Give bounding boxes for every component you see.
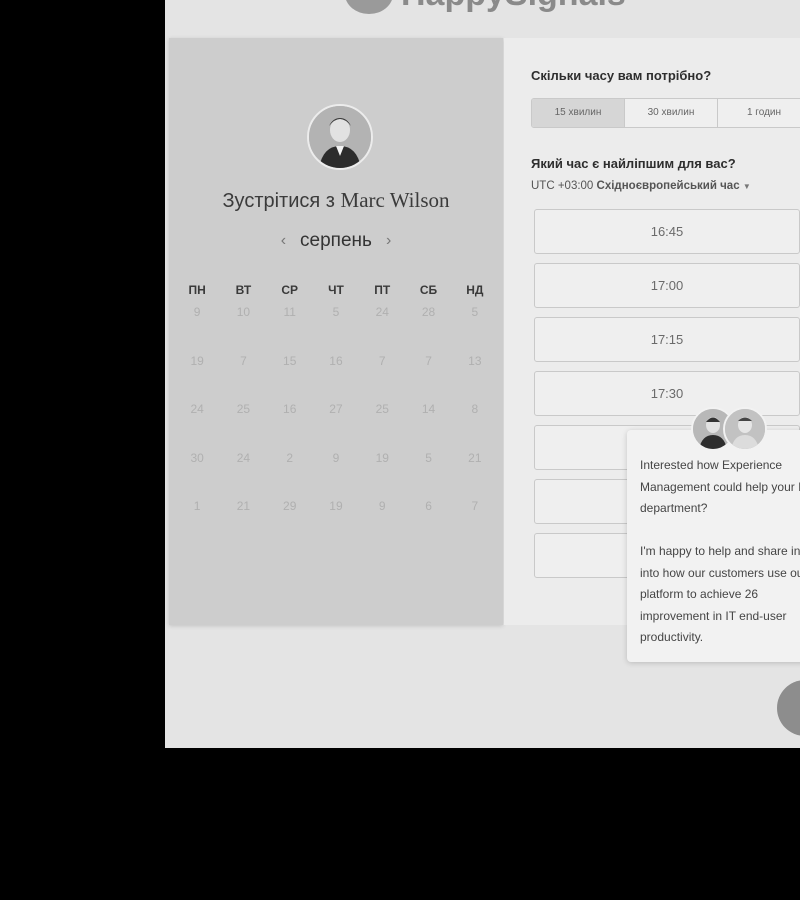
calendar-day: 1 <box>193 499 201 513</box>
calendar-week: 1 21 29 19 9 6 7 <box>174 499 498 548</box>
weekday-label: ЧТ <box>328 283 344 297</box>
chat-message-popup[interactable]: Interested how Experience Management cou… <box>627 430 800 662</box>
time-slot[interactable]: 17:15 <box>534 317 800 362</box>
weekday-label: ВТ <box>235 283 252 297</box>
calendar-day: 25 <box>375 402 389 416</box>
calendar-day: 21 <box>236 499 251 513</box>
calendar-day: 28 <box>421 305 436 319</box>
calendar-week: 9 10 11 5 24 28 5 <box>174 305 498 354</box>
calendar-day: 24 <box>190 402 204 416</box>
duration-question: Скільки часу вам потрібно? <box>531 68 712 83</box>
caret-down-icon: ▼ <box>742 182 751 191</box>
chevron-right-icon[interactable]: › <box>386 232 391 250</box>
calendar-day: 15 <box>283 353 297 368</box>
calendar-day: 7 <box>425 353 432 368</box>
calendar-day: 7 <box>378 353 386 368</box>
time-question: Який час є найліпшим для вас? <box>531 156 736 171</box>
calendar-week: 30 24 2 9 19 5 21 <box>174 451 498 500</box>
calendar-day: 24 <box>236 450 251 465</box>
duration-option-15[interactable]: 15 хвилин <box>532 99 625 127</box>
logo-text: HappySignals <box>401 0 626 14</box>
weekday-label: СБ <box>419 283 438 297</box>
calendar-day: 7 <box>240 353 247 368</box>
calendar-day: 29 <box>283 499 297 513</box>
duration-option-30[interactable]: 30 хвилин <box>625 99 718 127</box>
calendar-day: 16 <box>283 402 297 416</box>
calendar-day: 5 <box>425 450 432 465</box>
calendar-day: 10 <box>236 305 251 319</box>
chat-agent-avatars <box>691 407 771 453</box>
calendar-week: 19 7 15 16 7 7 13 <box>174 354 498 403</box>
calendar-day: 8 <box>471 402 479 416</box>
month-navigation: ‹ серпень › <box>169 230 503 252</box>
calendar-day: 5 <box>471 305 479 319</box>
calendar-day: 19 <box>329 499 343 513</box>
timezone-offset: UTC +03:00 <box>531 180 594 192</box>
current-month: серпень <box>300 230 372 251</box>
calendar-day: 27 <box>329 402 343 416</box>
weekday-label: СР <box>281 283 299 297</box>
weekday-header: ПН ВТ СР ЧТ ПТ СБ НД <box>174 283 498 305</box>
host-name: Marc Wilson <box>340 188 450 212</box>
host-avatar <box>307 104 373 170</box>
timezone-name: Східноєвропейський час <box>596 180 740 192</box>
calendar-day: 2 <box>286 450 294 465</box>
calendar-day: 30 <box>190 450 204 465</box>
agent-avatar <box>723 407 767 451</box>
calendar-day: 13 <box>468 353 482 368</box>
calendar-panel: Зустрітися з Marc Wilson ‹ серпень › ПН … <box>169 38 503 625</box>
timezone-selector[interactable]: UTC +03:00 Східноєвропейський час ▼ <box>531 180 751 192</box>
weekday-label: ПН <box>188 283 206 297</box>
chat-launcher-button[interactable] <box>777 680 800 736</box>
calendar-week: 24 25 16 27 25 14 8 <box>174 402 498 451</box>
calendar-grid: ПН ВТ СР ЧТ ПТ СБ НД 9 10 11 5 24 28 5 1… <box>174 283 498 548</box>
meeting-title: Зустрітися з Marc Wilson <box>169 188 503 213</box>
calendar-day: 7 <box>471 499 479 513</box>
browser-viewport: HappySignals Зустрітися з Marc Wilson ‹ … <box>165 0 800 748</box>
calendar-day: 19 <box>375 450 389 465</box>
calendar-day: 25 <box>236 402 251 416</box>
duration-option-60[interactable]: 1 годин <box>718 99 800 127</box>
chat-message-text: Interested how Experience Management cou… <box>640 458 800 644</box>
happysignals-logo: HappySignals <box>345 0 626 16</box>
calendar-day: 5 <box>332 305 340 319</box>
time-slot[interactable]: 17:00 <box>534 263 800 308</box>
meeting-title-prefix: Зустрітися з <box>222 190 335 212</box>
calendar-day: 9 <box>378 499 386 513</box>
time-slot[interactable]: 16:45 <box>534 209 800 254</box>
weekday-label: НД <box>466 283 484 297</box>
calendar-day: 21 <box>468 450 482 465</box>
calendar-day: 9 <box>332 450 340 465</box>
chevron-left-icon[interactable]: ‹ <box>281 232 286 250</box>
calendar-day: 6 <box>425 499 432 513</box>
calendar-day: 9 <box>193 305 201 319</box>
calendar-day: 24 <box>375 305 389 319</box>
weekday-label: ПТ <box>374 283 391 297</box>
calendar-day: 16 <box>329 353 343 368</box>
calendar-day: 11 <box>283 305 296 319</box>
calendar-day: 14 <box>421 402 436 416</box>
duration-selector: 15 хвилин 30 хвилин 1 годин <box>531 98 800 128</box>
calendar-day: 19 <box>190 353 204 368</box>
logo-bubble-icon <box>345 0 393 14</box>
